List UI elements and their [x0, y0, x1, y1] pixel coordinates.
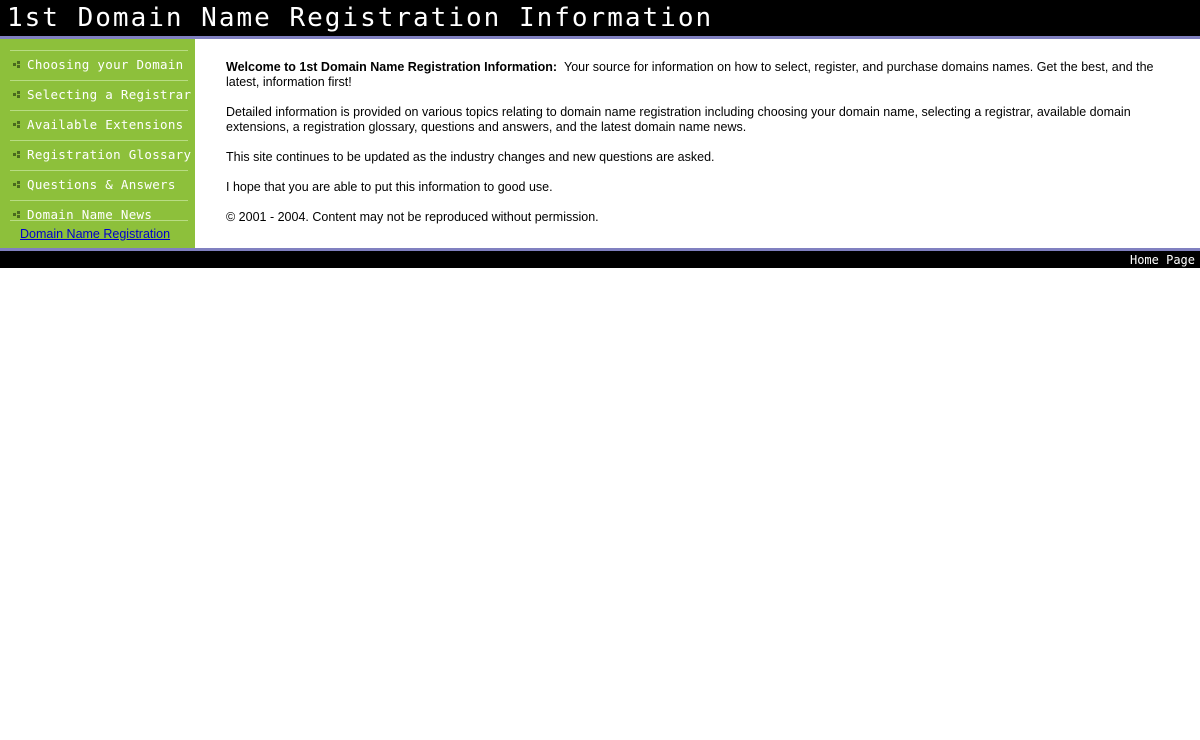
sidebar-item-domain-name-news[interactable]: Domain Name News	[10, 200, 188, 222]
divider	[10, 220, 188, 221]
update-paragraph: This site continues to be updated as the…	[226, 150, 715, 164]
sidebar-item-selecting-a-registrar[interactable]: Selecting a Registrar	[10, 80, 192, 109]
sidebar-item-label: Questions & Answers	[27, 177, 176, 192]
domain-name-registration-link[interactable]: Domain Name Registration	[20, 226, 170, 242]
main-content: Welcome to 1st Domain Name Registration …	[226, 60, 1176, 240]
site-title: 1st Domain Name Registration Information	[7, 3, 714, 33]
sidebar-item-registration-glossary[interactable]: Registration Glossary	[10, 140, 192, 169]
sidebar-item-label: Available Extensions	[27, 117, 184, 132]
bullet-icon	[13, 211, 21, 219]
bullet-icon	[13, 91, 21, 99]
sidebar-item-available-extensions[interactable]: Available Extensions	[10, 110, 188, 139]
bullet-icon	[13, 121, 21, 129]
bullet-icon	[13, 151, 21, 159]
detail-paragraph: Detailed information is provided on vari…	[226, 105, 1131, 134]
site-header: 1st Domain Name Registration Information	[0, 0, 1200, 39]
home-page-link[interactable]: Home Page	[1130, 252, 1195, 268]
bullet-icon	[13, 181, 21, 189]
sidebar-item-label: Registration Glossary	[27, 147, 192, 162]
hope-paragraph: I hope that you are able to put this inf…	[226, 180, 553, 194]
sidebar-item-questions-answers[interactable]: Questions & Answers	[10, 170, 188, 199]
intro-heading: Welcome to 1st Domain Name Registration …	[226, 60, 558, 74]
sidebar-item-label: Selecting a Registrar	[27, 87, 192, 102]
intro-paragraph: Welcome to 1st Domain Name Registration …	[226, 60, 1176, 90]
bullet-icon	[13, 61, 21, 69]
copyright-notice: © 2001 - 2004. Content may not be reprod…	[226, 210, 599, 224]
sidebar-item-choosing-your-domain[interactable]: Choosing your Domain	[10, 50, 188, 79]
sidebar-item-label: Choosing your Domain	[27, 57, 184, 72]
footer-bar: Home Page	[0, 248, 1200, 268]
sidebar-nav: Choosing your Domain Selecting a Registr…	[0, 39, 195, 248]
